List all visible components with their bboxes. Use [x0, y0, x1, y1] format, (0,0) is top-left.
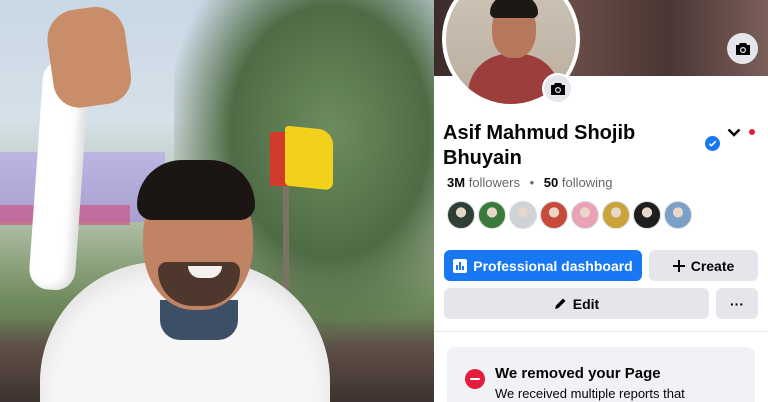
edit-button[interactable]: Edit — [444, 288, 709, 319]
profile-name: Asif Mahmud Shojib Bhuyain — [443, 122, 636, 169]
following-label[interactable]: following — [562, 175, 613, 190]
friend-avatar[interactable] — [664, 201, 692, 229]
friend-avatar[interactable] — [633, 201, 661, 229]
more-options-button[interactable]: ··· — [716, 288, 758, 319]
friend-avatars — [447, 201, 692, 229]
professional-dashboard-label: Professional dashboard — [473, 257, 633, 274]
professional-dashboard-button[interactable]: Professional dashboard — [444, 250, 642, 281]
chevron-down-icon[interactable] — [725, 124, 743, 140]
verified-badge-icon — [705, 136, 720, 151]
followers-label[interactable]: followers — [469, 175, 520, 190]
edit-label: Edit — [572, 295, 600, 312]
follow-stats: 3M followers • 50 following — [447, 175, 612, 190]
more-icon: ··· — [730, 295, 744, 312]
friend-avatar[interactable] — [602, 201, 630, 229]
profile-panel: Asif Mahmud Shojib Bhuyain 3M followers … — [434, 0, 768, 402]
edit-avatar-camera-button[interactable] — [542, 73, 573, 104]
notice-title: We removed your Page — [495, 365, 661, 382]
chart-icon — [453, 258, 468, 273]
following-count[interactable]: 50 — [544, 175, 558, 190]
profile-photo-large — [0, 0, 434, 402]
section-divider — [434, 331, 768, 332]
avatar-hair — [490, 0, 538, 18]
friend-avatar[interactable] — [509, 201, 537, 229]
notification-dot — [749, 129, 755, 135]
friend-avatar[interactable] — [478, 201, 506, 229]
stats-separator: • — [529, 175, 535, 190]
page-removed-notice[interactable]: We removed your Page We received multipl… — [447, 347, 755, 402]
friend-avatar[interactable] — [540, 201, 568, 229]
photo-flag-yellow — [285, 125, 333, 191]
photo-waving-hand — [43, 3, 135, 111]
create-label: Create — [690, 257, 735, 274]
edit-cover-camera-button[interactable] — [727, 33, 758, 64]
photo-hair — [137, 160, 255, 220]
camera-icon — [735, 42, 750, 55]
pencil-icon — [554, 298, 566, 309]
notice-body: We received multiple reports that — [495, 386, 685, 401]
plus-icon — [672, 259, 685, 272]
friend-avatar[interactable] — [571, 201, 599, 229]
create-button[interactable]: Create — [649, 250, 758, 281]
camera-icon — [550, 82, 565, 95]
alert-icon — [465, 369, 485, 389]
followers-count[interactable]: 3M — [447, 175, 465, 190]
friend-avatar[interactable] — [447, 201, 475, 229]
